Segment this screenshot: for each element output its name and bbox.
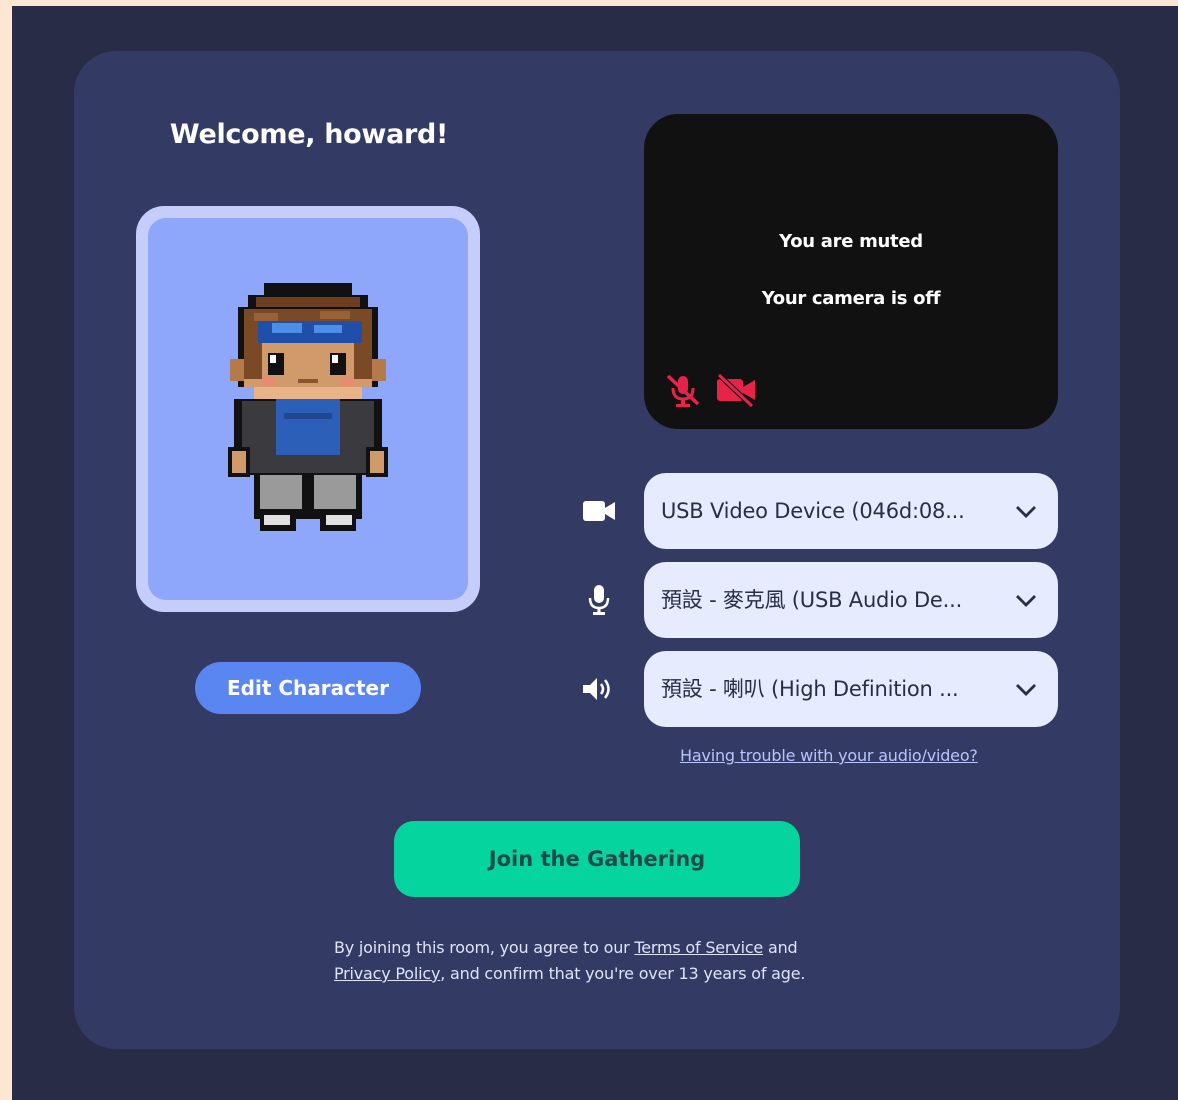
terms-of-service-link[interactable]: Terms of Service bbox=[634, 938, 763, 957]
join-gathering-button[interactable]: Join the Gathering bbox=[394, 821, 800, 897]
mic-off-icon[interactable] bbox=[664, 372, 702, 412]
microphone-select[interactable]: 預設 - 麥克風 (USB Audio De... bbox=[644, 562, 1058, 638]
av-trouble-link[interactable]: Having trouble with your audio/video? bbox=[680, 746, 978, 765]
camera-device-row: USB Video Device (046d:08... bbox=[574, 473, 1058, 549]
legal-suffix: , and confirm that you're over 13 years … bbox=[440, 964, 806, 983]
camera-status-text: Your camera is off bbox=[761, 288, 941, 309]
privacy-policy-link[interactable]: Privacy Policy bbox=[334, 964, 440, 983]
avatar-frame bbox=[136, 206, 480, 612]
camera-icon bbox=[574, 473, 624, 549]
camera-select-value: USB Video Device (046d:08... bbox=[661, 499, 965, 523]
speaker-select-value: 預設 - 喇叭 (High Definition ... bbox=[661, 677, 959, 701]
camera-select[interactable]: USB Video Device (046d:08... bbox=[644, 473, 1058, 549]
page-background: Welcome, howard! Edit Character You are … bbox=[12, 6, 1178, 1100]
speaker-icon bbox=[574, 651, 624, 727]
chevron-down-icon bbox=[1014, 589, 1038, 615]
chevron-down-icon bbox=[1014, 678, 1038, 704]
welcome-heading: Welcome, howard! bbox=[169, 119, 449, 150]
speaker-select[interactable]: 預設 - 喇叭 (High Definition ... bbox=[644, 651, 1058, 727]
camera-off-icon[interactable] bbox=[714, 372, 758, 412]
legal-and: and bbox=[763, 938, 798, 957]
avatar-preview bbox=[148, 218, 468, 600]
join-card: Welcome, howard! Edit Character You are … bbox=[74, 51, 1120, 1049]
speaker-device-row: 預設 - 喇叭 (High Definition ... bbox=[574, 651, 1058, 727]
microphone-device-row: 預設 - 麥克風 (USB Audio De... bbox=[574, 562, 1058, 638]
microphone-select-value: 預設 - 麥克風 (USB Audio De... bbox=[661, 588, 963, 612]
legal-prefix: By joining this room, you agree to our bbox=[334, 938, 635, 957]
legal-notice: By joining this room, you agree to our T… bbox=[334, 935, 874, 987]
muted-status-text: You are muted bbox=[779, 231, 923, 252]
microphone-icon bbox=[574, 562, 624, 638]
video-preview: You are muted Your camera is off bbox=[644, 114, 1058, 429]
edit-character-button[interactable]: Edit Character bbox=[195, 662, 421, 714]
chevron-down-icon bbox=[1014, 500, 1038, 526]
character-sprite bbox=[228, 283, 388, 531]
